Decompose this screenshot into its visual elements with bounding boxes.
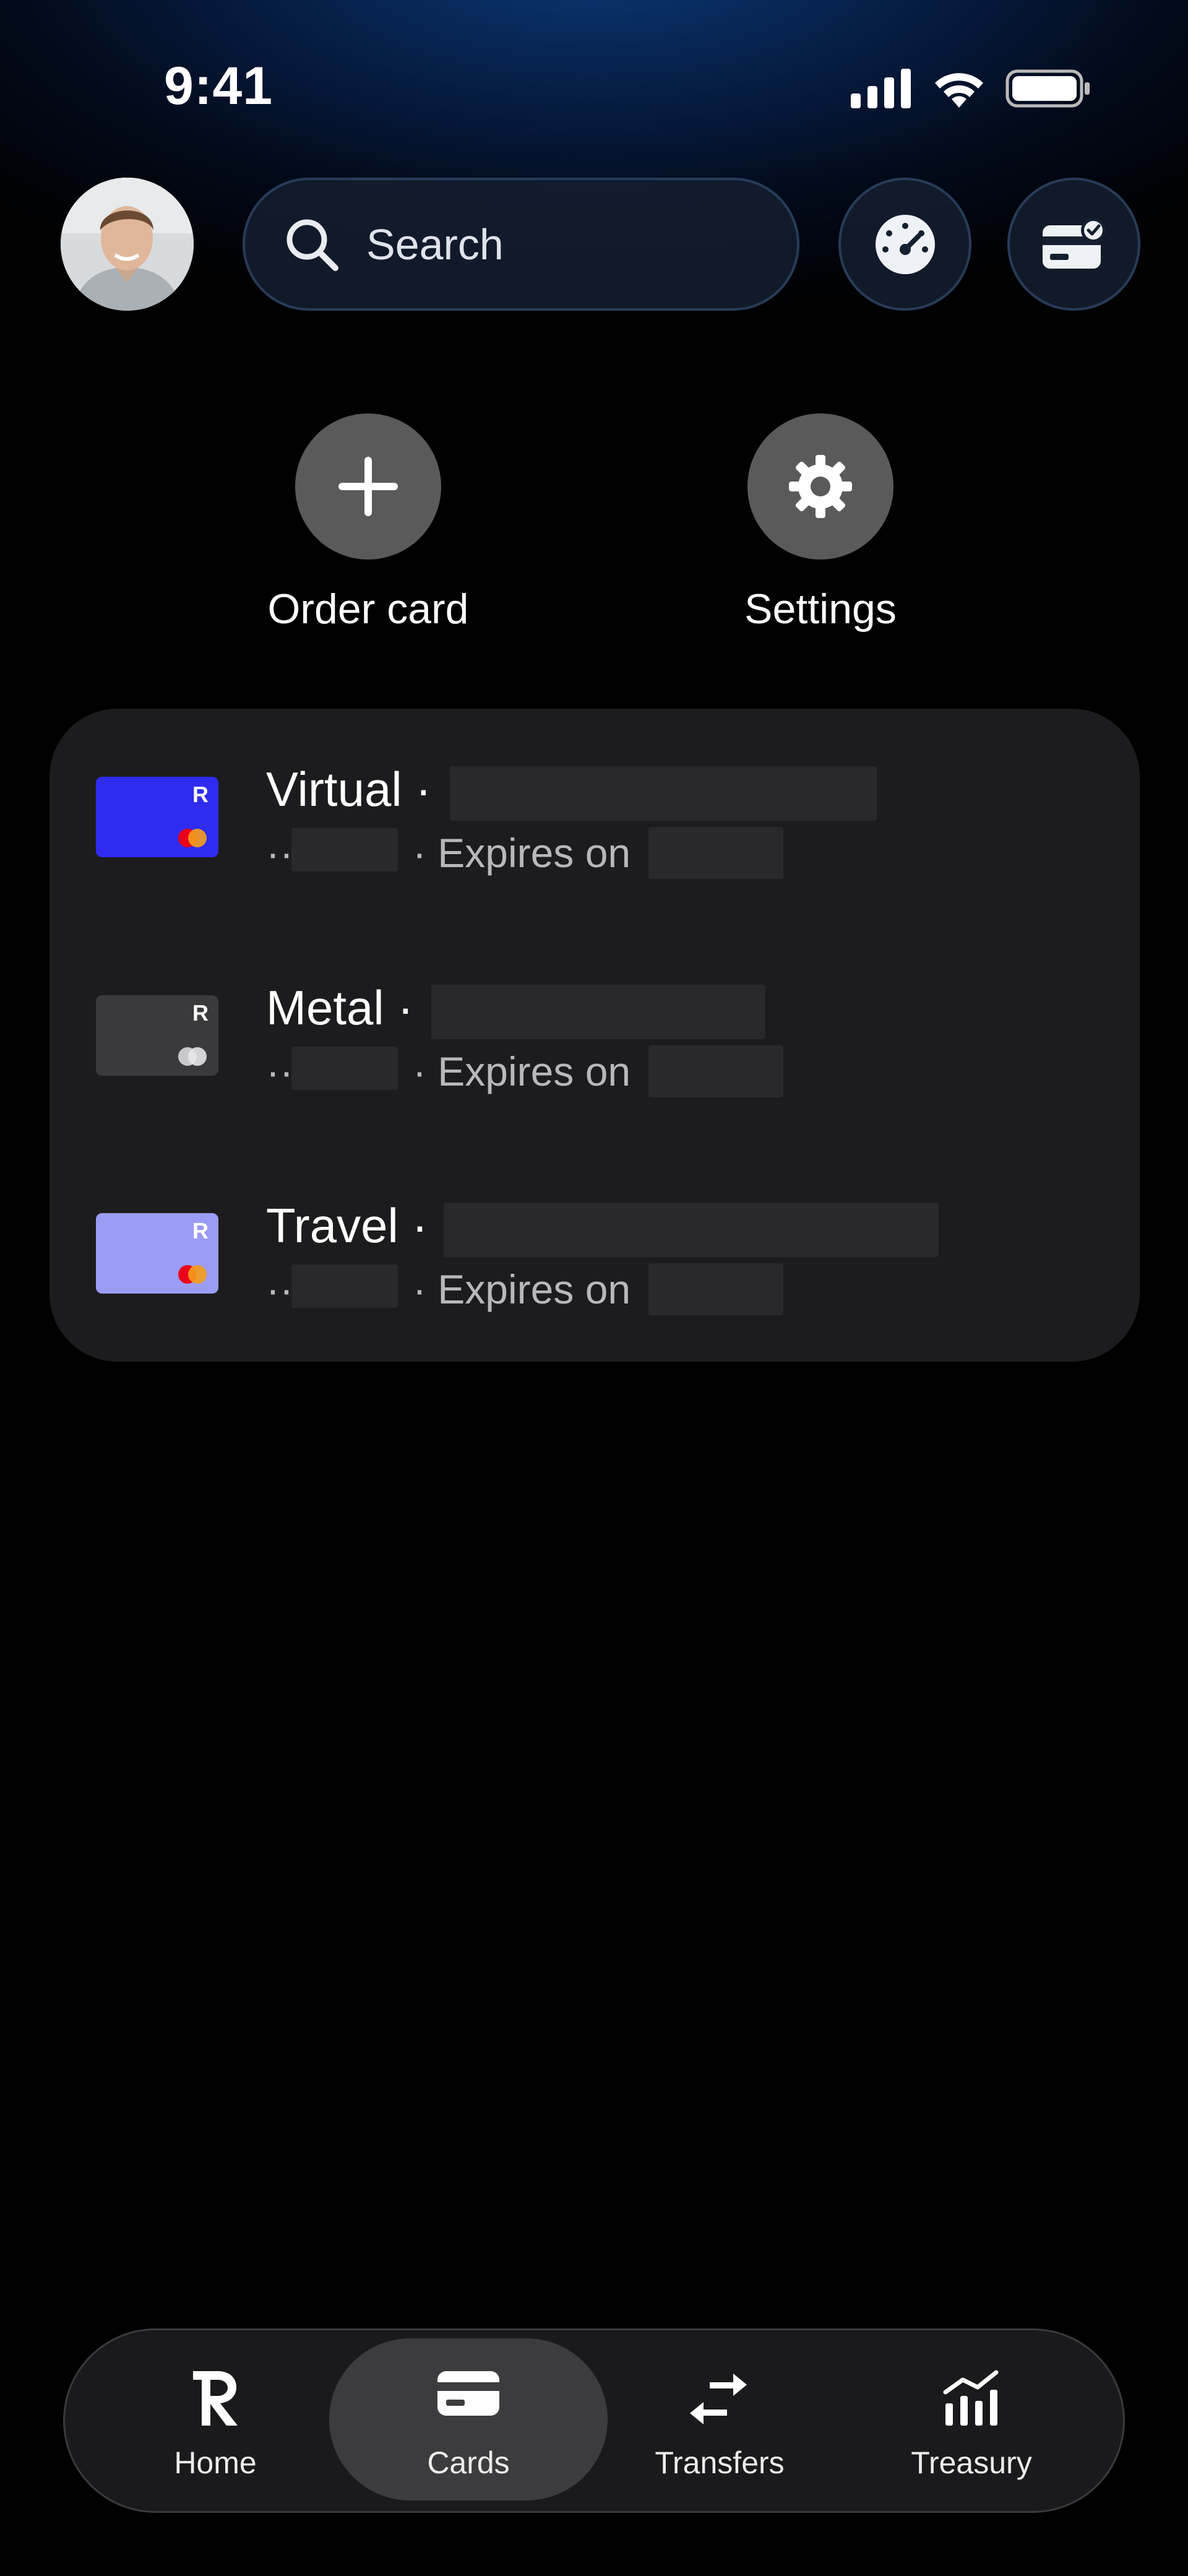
plus-icon — [338, 457, 398, 516]
card-status-button[interactable] — [1007, 178, 1140, 311]
analytics-button[interactable] — [838, 178, 971, 311]
revolut-r-icon: R — [192, 1000, 209, 1026]
redacted-card-label — [431, 985, 765, 1039]
redacted-last-digits — [291, 1047, 398, 1090]
nav-label-cards: Cards — [427, 2445, 510, 2480]
revolut-logo-icon — [193, 2371, 238, 2426]
travel-card-thumbnail: R — [96, 1213, 218, 1294]
card-check-icon — [1042, 217, 1106, 269]
settings-button[interactable] — [747, 413, 893, 560]
masked-number-prefix: ·· — [266, 1048, 293, 1094]
expires-label: · Expires on — [412, 1048, 631, 1094]
masked-number-prefix: ·· — [266, 1266, 293, 1312]
expires-label: · Expires on — [412, 830, 631, 876]
expires-label: · Expires on — [412, 1266, 631, 1312]
search-bar[interactable]: Search — [243, 178, 799, 311]
wifi-icon — [935, 72, 983, 108]
status-time: 9:41 — [164, 56, 273, 116]
virtual-card-thumbnail: R — [96, 777, 218, 857]
chart-bars-icon — [943, 2370, 999, 2426]
card-name: Virtual · — [266, 762, 432, 816]
nav-item-transfers[interactable]: Transfers — [608, 2328, 831, 2513]
card-row-metal[interactable]: R Metal · ·· · Expires on — [96, 980, 1086, 1116]
mastercard-icon — [178, 1047, 207, 1066]
order-card-button[interactable] — [295, 413, 441, 560]
nav-item-cards[interactable]: Cards — [357, 2328, 580, 2513]
revolut-r-icon: R — [192, 1218, 209, 1243]
card-name: Metal · — [266, 980, 414, 1035]
battery-icon — [1005, 69, 1090, 107]
card-name: Travel · — [266, 1198, 428, 1253]
redacted-expiry-date — [648, 1045, 783, 1097]
card-icon — [437, 2371, 499, 2416]
redacted-card-label — [444, 1203, 939, 1257]
mastercard-icon — [178, 829, 207, 847]
nav-item-home[interactable]: Home — [104, 2328, 327, 2513]
redacted-last-digits — [291, 828, 398, 871]
mastercard-icon — [178, 1265, 207, 1284]
masked-number-prefix: ·· — [266, 830, 293, 876]
search-placeholder: Search — [366, 220, 504, 269]
gear-icon — [789, 455, 852, 518]
status-icons — [851, 65, 1092, 111]
nav-label-home: Home — [174, 2445, 257, 2480]
card-row-travel[interactable]: R Travel · ·· · Expires on — [96, 1198, 1086, 1334]
avatar-photo — [61, 178, 194, 311]
nav-label-treasury: Treasury — [911, 2445, 1032, 2480]
redacted-expiry-date — [648, 827, 783, 879]
order-card-label: Order card — [267, 586, 469, 633]
settings-label: Settings — [744, 586, 897, 633]
redacted-expiry-date — [648, 1263, 783, 1315]
transfer-arrows-icon — [690, 2374, 747, 2424]
metal-card-thumbnail: R — [96, 995, 218, 1076]
nav-label-transfers: Transfers — [655, 2445, 785, 2480]
redacted-card-label — [450, 766, 877, 821]
cellular-signal-icon — [851, 68, 911, 108]
redacted-last-digits — [291, 1264, 398, 1308]
card-row-virtual[interactable]: R Virtual · ·· · Expires on — [96, 761, 1086, 897]
profile-avatar[interactable] — [61, 178, 194, 311]
search-icon — [286, 219, 338, 271]
speedometer-icon — [875, 214, 935, 274]
revolut-r-icon: R — [192, 782, 209, 807]
nav-item-treasury[interactable]: Treasury — [860, 2328, 1083, 2513]
